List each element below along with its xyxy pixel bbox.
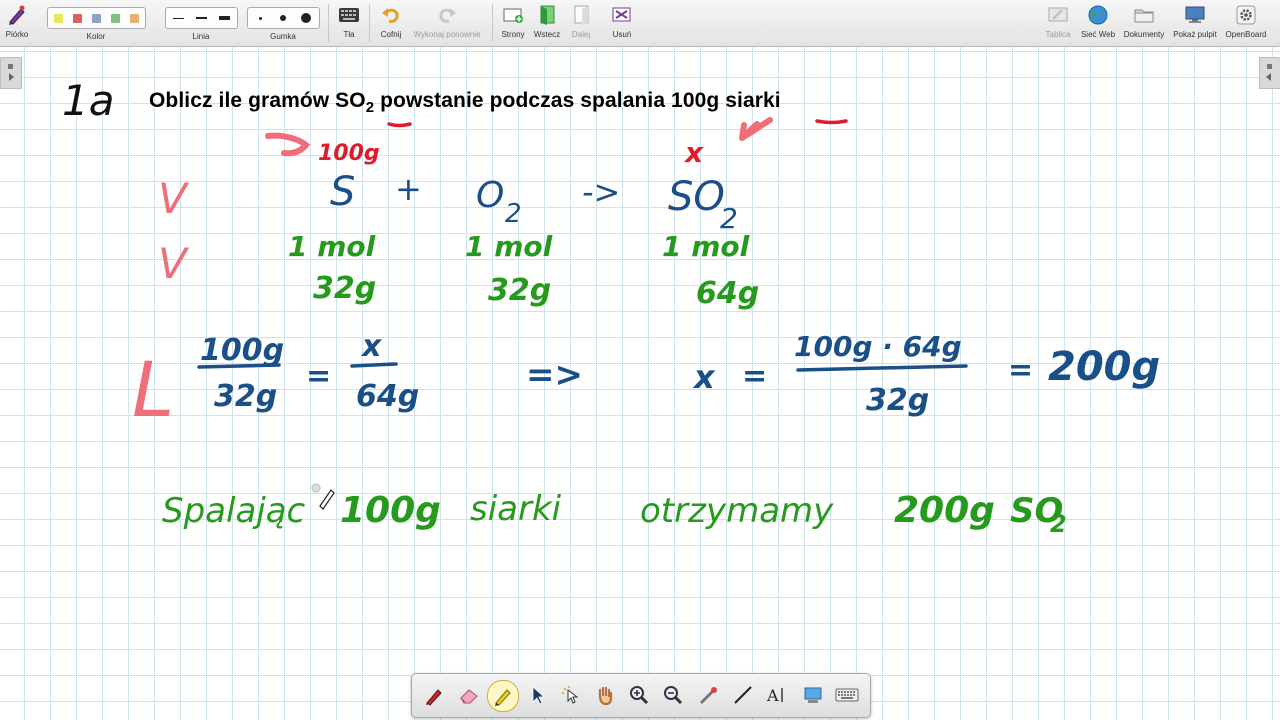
answer-word-3: siarki [470,489,562,529]
text-tool[interactable]: A [762,680,792,710]
task-number: 1a [62,76,114,125]
pen-cursor-icon [311,483,335,510]
result-equals: = [742,359,767,394]
pen-icon [426,689,442,706]
mass-so2: 64g [696,276,759,311]
proportion-equals: = [306,359,331,394]
fraction-bar-right [350,362,398,368]
eq-arrow: -> [582,173,620,211]
pointer-click-icon [562,686,579,704]
result-numerator: 100g · 64g [794,330,962,363]
highlighter-tool[interactable] [487,680,519,712]
line-tool[interactable] [728,680,758,710]
proportion-numerator-right: x [360,329,383,364]
proportion-denominator-right: 64g [356,379,419,414]
screen-capture-icon [804,687,822,703]
implies-arrow: => [526,355,583,395]
mass-oxygen: 32g [488,273,551,308]
eq-plus: + [395,170,422,208]
mol-so2: 1 mol [662,230,750,263]
zoom-out-tool[interactable] [658,680,688,710]
given-mass: 100g [318,141,380,166]
check-mark-2: V [158,239,190,288]
handwriting-layer: .hw { font-family: "DejaVu Sans", sans-s… [62,76,1160,538]
eq-oxygen-sub: 2 [505,199,522,229]
arrow-cursor-icon [532,686,546,705]
answer-word-6-sub: 2 [1050,510,1067,538]
highlighter-icon [495,689,511,706]
stylus-palette: A [411,673,871,718]
check-mark-3: L [132,345,174,434]
eraser-tool[interactable] [454,680,484,710]
text-icon: A [766,686,783,705]
underline-100g [815,119,848,125]
pink-arrow-left [265,132,311,157]
result-fraction-bar [796,364,968,372]
play-tool[interactable] [555,680,585,710]
underline-so2 [387,122,412,128]
selector-tool[interactable] [522,680,552,710]
proportion-numerator-left: 100g [200,333,284,368]
answer-word-2: 100g [340,490,441,531]
pen-tool[interactable] [420,680,450,710]
proportion-denominator-left: 32g [214,379,277,414]
zoom-out-icon [664,686,683,705]
capture-tool[interactable] [798,680,828,710]
answer-word-1: Spalając [162,491,306,531]
eq-oxygen: O [476,175,504,216]
svg-text:A: A [766,686,779,705]
answer-word-4: otrzymamy [640,491,834,531]
result-value: 200g [1048,344,1160,390]
mol-oxygen: 1 mol [465,230,553,263]
mass-sulfur: 32g [313,271,376,306]
virtual-keyboard-tool[interactable] [832,680,862,710]
result-equals-2: = [1008,353,1033,388]
laser-pointer-tool[interactable] [693,680,723,710]
mol-sulfur: 1 mol [288,230,376,263]
zoom-in-tool[interactable] [624,680,654,710]
result-denominator: 32g [866,383,929,418]
hand-tool[interactable] [590,680,620,710]
eq-sulfur: S [330,169,355,215]
answer-word-5: 200g [894,490,995,531]
zoom-in-icon [630,686,649,705]
check-mark-1: V [158,174,190,223]
laser-pointer-icon [699,687,717,705]
fraction-bar-left [197,363,281,369]
keyboard-icon [835,688,859,702]
pink-arrow-right [739,117,773,141]
eraser-icon [460,689,478,704]
unknown-x: x [683,136,704,169]
hand-icon [598,686,613,706]
line-icon [734,686,752,704]
result-x: x [692,358,716,396]
eq-so2: SO [668,174,725,220]
